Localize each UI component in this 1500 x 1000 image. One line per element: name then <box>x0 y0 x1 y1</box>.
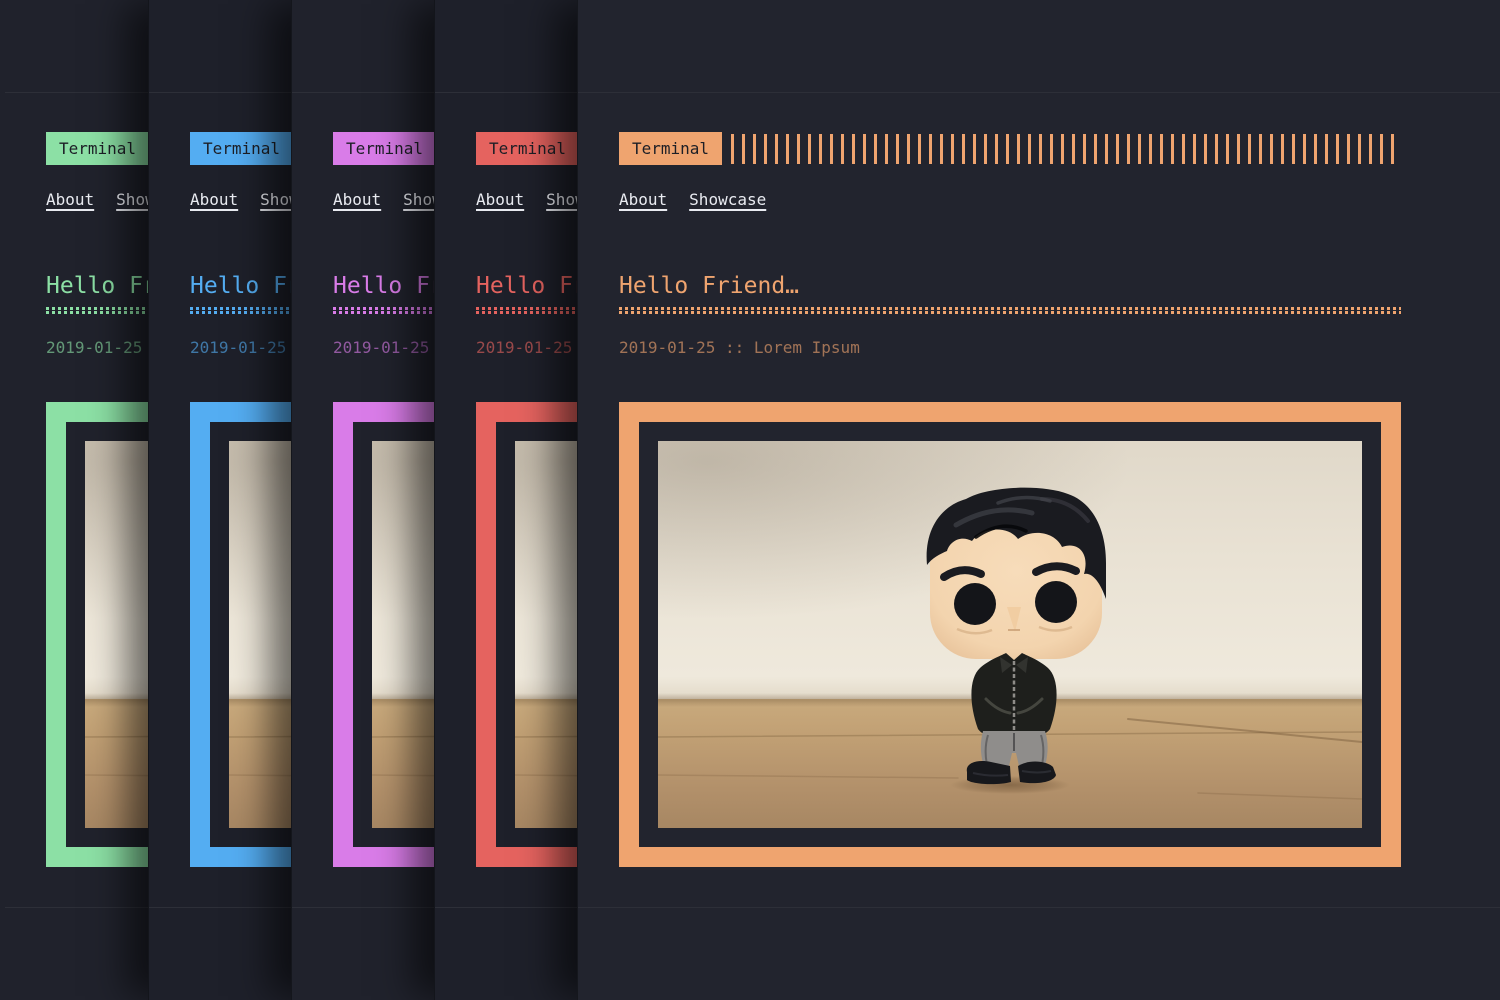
menu-link-about[interactable]: About <box>333 190 381 209</box>
theme-collage: Terminal About Showcase Hello Friend… 20… <box>0 0 1500 1000</box>
theme-panel-orange: Terminal About Showcase Hello Friend… 20… <box>577 0 1500 1000</box>
site-logo-badge[interactable]: Terminal <box>333 132 436 165</box>
post-image-frame-gap <box>639 422 1381 847</box>
funko-figure-illustration <box>658 441 1362 828</box>
site-logo-badge[interactable]: Terminal <box>46 132 149 165</box>
figure-left-eye <box>954 583 996 625</box>
menu-link-showcase[interactable]: Showcase <box>689 190 766 209</box>
title-separator-dots <box>619 307 1401 314</box>
funko-figure-photo <box>658 441 1362 828</box>
menu-link-about[interactable]: About <box>190 190 238 209</box>
menu-link-about[interactable]: About <box>476 190 524 209</box>
post-image-frame <box>619 402 1401 867</box>
main-menu: About Showcase <box>619 190 1401 209</box>
figure-right-eye <box>1035 581 1077 623</box>
site-logo-badge[interactable]: Terminal <box>476 132 579 165</box>
menu-link-about[interactable]: About <box>46 190 94 209</box>
site-logo-badge[interactable]: Terminal <box>619 132 722 165</box>
panel-content: Terminal About Showcase Hello Friend… 20… <box>578 132 1441 867</box>
post-date-meta: 2019-01-25 :: Lorem Ipsum <box>619 338 1401 357</box>
post-title[interactable]: Hello Friend… <box>619 275 1401 298</box>
site-logo-badge[interactable]: Terminal <box>190 132 293 165</box>
menu-link-about[interactable]: About <box>619 190 667 209</box>
logo-stripes-decoration <box>731 134 1401 164</box>
header-row: Terminal <box>619 132 1401 165</box>
